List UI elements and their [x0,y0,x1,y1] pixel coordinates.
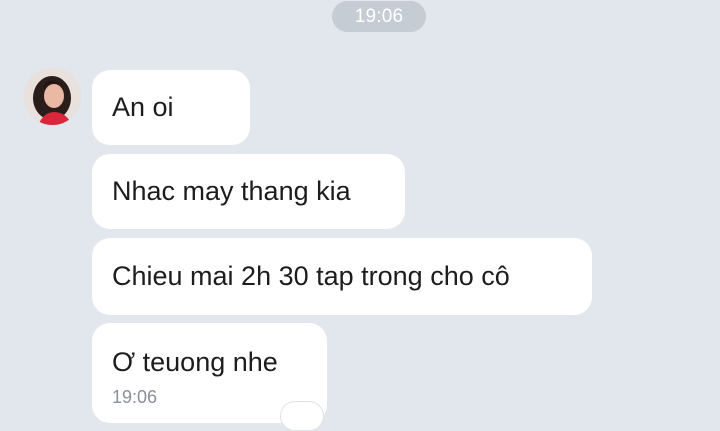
message-timestamp: 19:06 [112,387,158,407]
sender-avatar[interactable] [24,68,81,125]
time-divider: 19:06 [332,1,426,32]
avatar-image [24,68,81,125]
message-text: An oi [112,92,174,122]
message-bubble[interactable]: An oi [92,70,250,145]
message-text: Chieu mai 2h 30 tap trong cho cô [112,261,510,291]
message-text: Nhac may thang kia [112,176,351,206]
message-bubble[interactable]: Nhac may thang kia [92,154,405,229]
message-text: Ơ teuong nhe [112,347,278,377]
reaction-button[interactable] [280,401,324,431]
message-bubble[interactable]: Chieu mai 2h 30 tap trong cho cô [92,238,592,315]
